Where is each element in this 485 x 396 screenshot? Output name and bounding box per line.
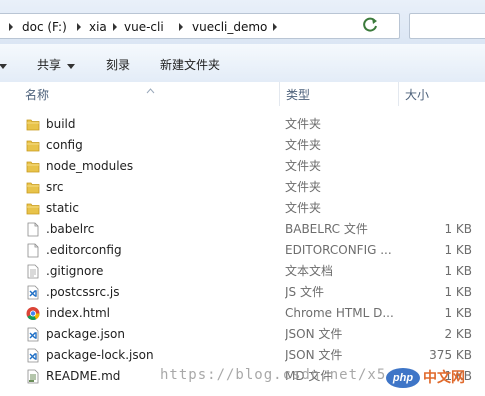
refresh-icon[interactable] — [360, 15, 382, 35]
file-name: node_modules — [46, 159, 134, 173]
address-bar: doc (F:) xia vue-cli vuecli_demo — [0, 0, 485, 44]
file-name: config — [46, 138, 83, 152]
file-name: src — [46, 180, 64, 194]
vscode-file-icon — [26, 348, 40, 363]
text-file-icon — [26, 264, 40, 279]
file-size: 1 KB — [444, 264, 472, 278]
new-folder-button[interactable]: 新建文件夹 — [160, 57, 220, 73]
watermark-site-name: 中文网 — [423, 370, 465, 386]
chevron-right-icon[interactable] — [176, 19, 186, 35]
sort-ascending-icon — [146, 83, 155, 94]
list-item[interactable]: .editorconfig EDITORCONFIG ... 1 KB — [0, 240, 485, 261]
vscode-file-icon — [26, 327, 40, 342]
list-item[interactable]: static 文件夹 — [0, 198, 485, 219]
breadcrumb-item-vuecli-demo[interactable]: vuecli_demo — [192, 18, 267, 36]
column-header-type[interactable]: 类型 — [286, 87, 310, 103]
file-type: EDITORCONFIG ... — [285, 243, 392, 257]
list-item[interactable]: build 文件夹 — [0, 114, 485, 135]
list-item[interactable]: package-lock.json JSON 文件 375 KB — [0, 345, 485, 366]
file-name: .gitignore — [46, 264, 104, 278]
chevron-right-icon[interactable] — [74, 19, 84, 35]
chevron-right-icon[interactable] — [270, 19, 280, 35]
organize-caret-icon[interactable] — [0, 64, 7, 69]
breadcrumb-item-drive[interactable]: doc (F:) — [22, 18, 67, 36]
file-size: 1 KB — [444, 222, 472, 236]
file-name: .editorconfig — [46, 243, 122, 257]
file-size: 1 KB — [444, 243, 472, 257]
file-name: build — [46, 117, 76, 131]
blank-file-icon — [26, 222, 40, 237]
share-button[interactable]: 共享 — [37, 57, 61, 73]
column-header-name[interactable]: 名称 — [25, 87, 49, 103]
blank-file-icon — [26, 243, 40, 258]
php-logo: php — [386, 368, 420, 388]
file-name: .babelrc — [46, 222, 95, 236]
chrome-icon — [26, 306, 40, 321]
file-type: JSON 文件 — [285, 348, 343, 362]
column-header: 名称 类型 大小 — [0, 82, 485, 106]
column-divider[interactable] — [398, 82, 399, 106]
list-item[interactable]: config 文件夹 — [0, 135, 485, 156]
file-size: 1 KB — [444, 306, 472, 320]
file-name: README.md — [46, 369, 121, 383]
file-size: 375 KB — [429, 348, 472, 362]
folder-icon — [26, 201, 40, 216]
watermark-url: https://blog.csdn.net/x5 — [160, 367, 387, 383]
column-header-size[interactable]: 大小 — [405, 87, 429, 103]
md-file-icon — [26, 369, 40, 384]
folder-icon — [26, 138, 40, 153]
list-item[interactable]: index.html Chrome HTML D... 1 KB — [0, 303, 485, 324]
file-type: Chrome HTML D... — [285, 306, 394, 320]
file-type: JSON 文件 — [285, 327, 343, 341]
list-item[interactable]: .postcssrc.js JS 文件 1 KB — [0, 282, 485, 303]
file-type: 文件夹 — [285, 138, 322, 152]
folder-icon — [26, 117, 40, 132]
file-name: package.json — [46, 327, 126, 341]
chevron-right-icon[interactable] — [110, 19, 120, 35]
file-name: index.html — [46, 306, 110, 320]
list-item[interactable]: .babelrc BABELRC 文件 1 KB — [0, 219, 485, 240]
file-type: JS 文件 — [285, 285, 324, 299]
vscode-file-icon — [26, 285, 40, 300]
file-type: 文件夹 — [285, 201, 322, 215]
breadcrumb-item-xia[interactable]: xia — [89, 18, 107, 36]
file-name: static — [46, 201, 79, 215]
file-type: BABELRC 文件 — [285, 222, 368, 236]
list-item[interactable]: node_modules 文件夹 — [0, 156, 485, 177]
folder-icon — [26, 180, 40, 195]
list-item[interactable]: package.json JSON 文件 2 KB — [0, 324, 485, 345]
file-size: 1 KB — [444, 285, 472, 299]
column-divider[interactable] — [279, 82, 280, 106]
folder-icon — [26, 159, 40, 174]
file-name: .postcssrc.js — [46, 285, 120, 299]
list-item[interactable]: .gitignore 文本文档 1 KB — [0, 261, 485, 282]
file-type: 文本文档 — [285, 264, 334, 278]
breadcrumb-item-vue-cli[interactable]: vue-cli — [124, 18, 164, 36]
file-name: package-lock.json — [46, 348, 154, 362]
file-type: 文件夹 — [285, 159, 322, 173]
file-type: 文件夹 — [285, 180, 322, 194]
toolbar: 共享 刻录 新建文件夹 — [0, 44, 485, 83]
chevron-down-icon[interactable] — [67, 64, 75, 69]
file-size: 2 KB — [444, 327, 472, 341]
search-input[interactable] — [409, 13, 485, 39]
burn-button[interactable]: 刻录 — [106, 57, 130, 73]
chevron-right-icon[interactable] — [6, 19, 16, 35]
list-item[interactable]: src 文件夹 — [0, 177, 485, 198]
file-type: 文件夹 — [285, 117, 322, 131]
